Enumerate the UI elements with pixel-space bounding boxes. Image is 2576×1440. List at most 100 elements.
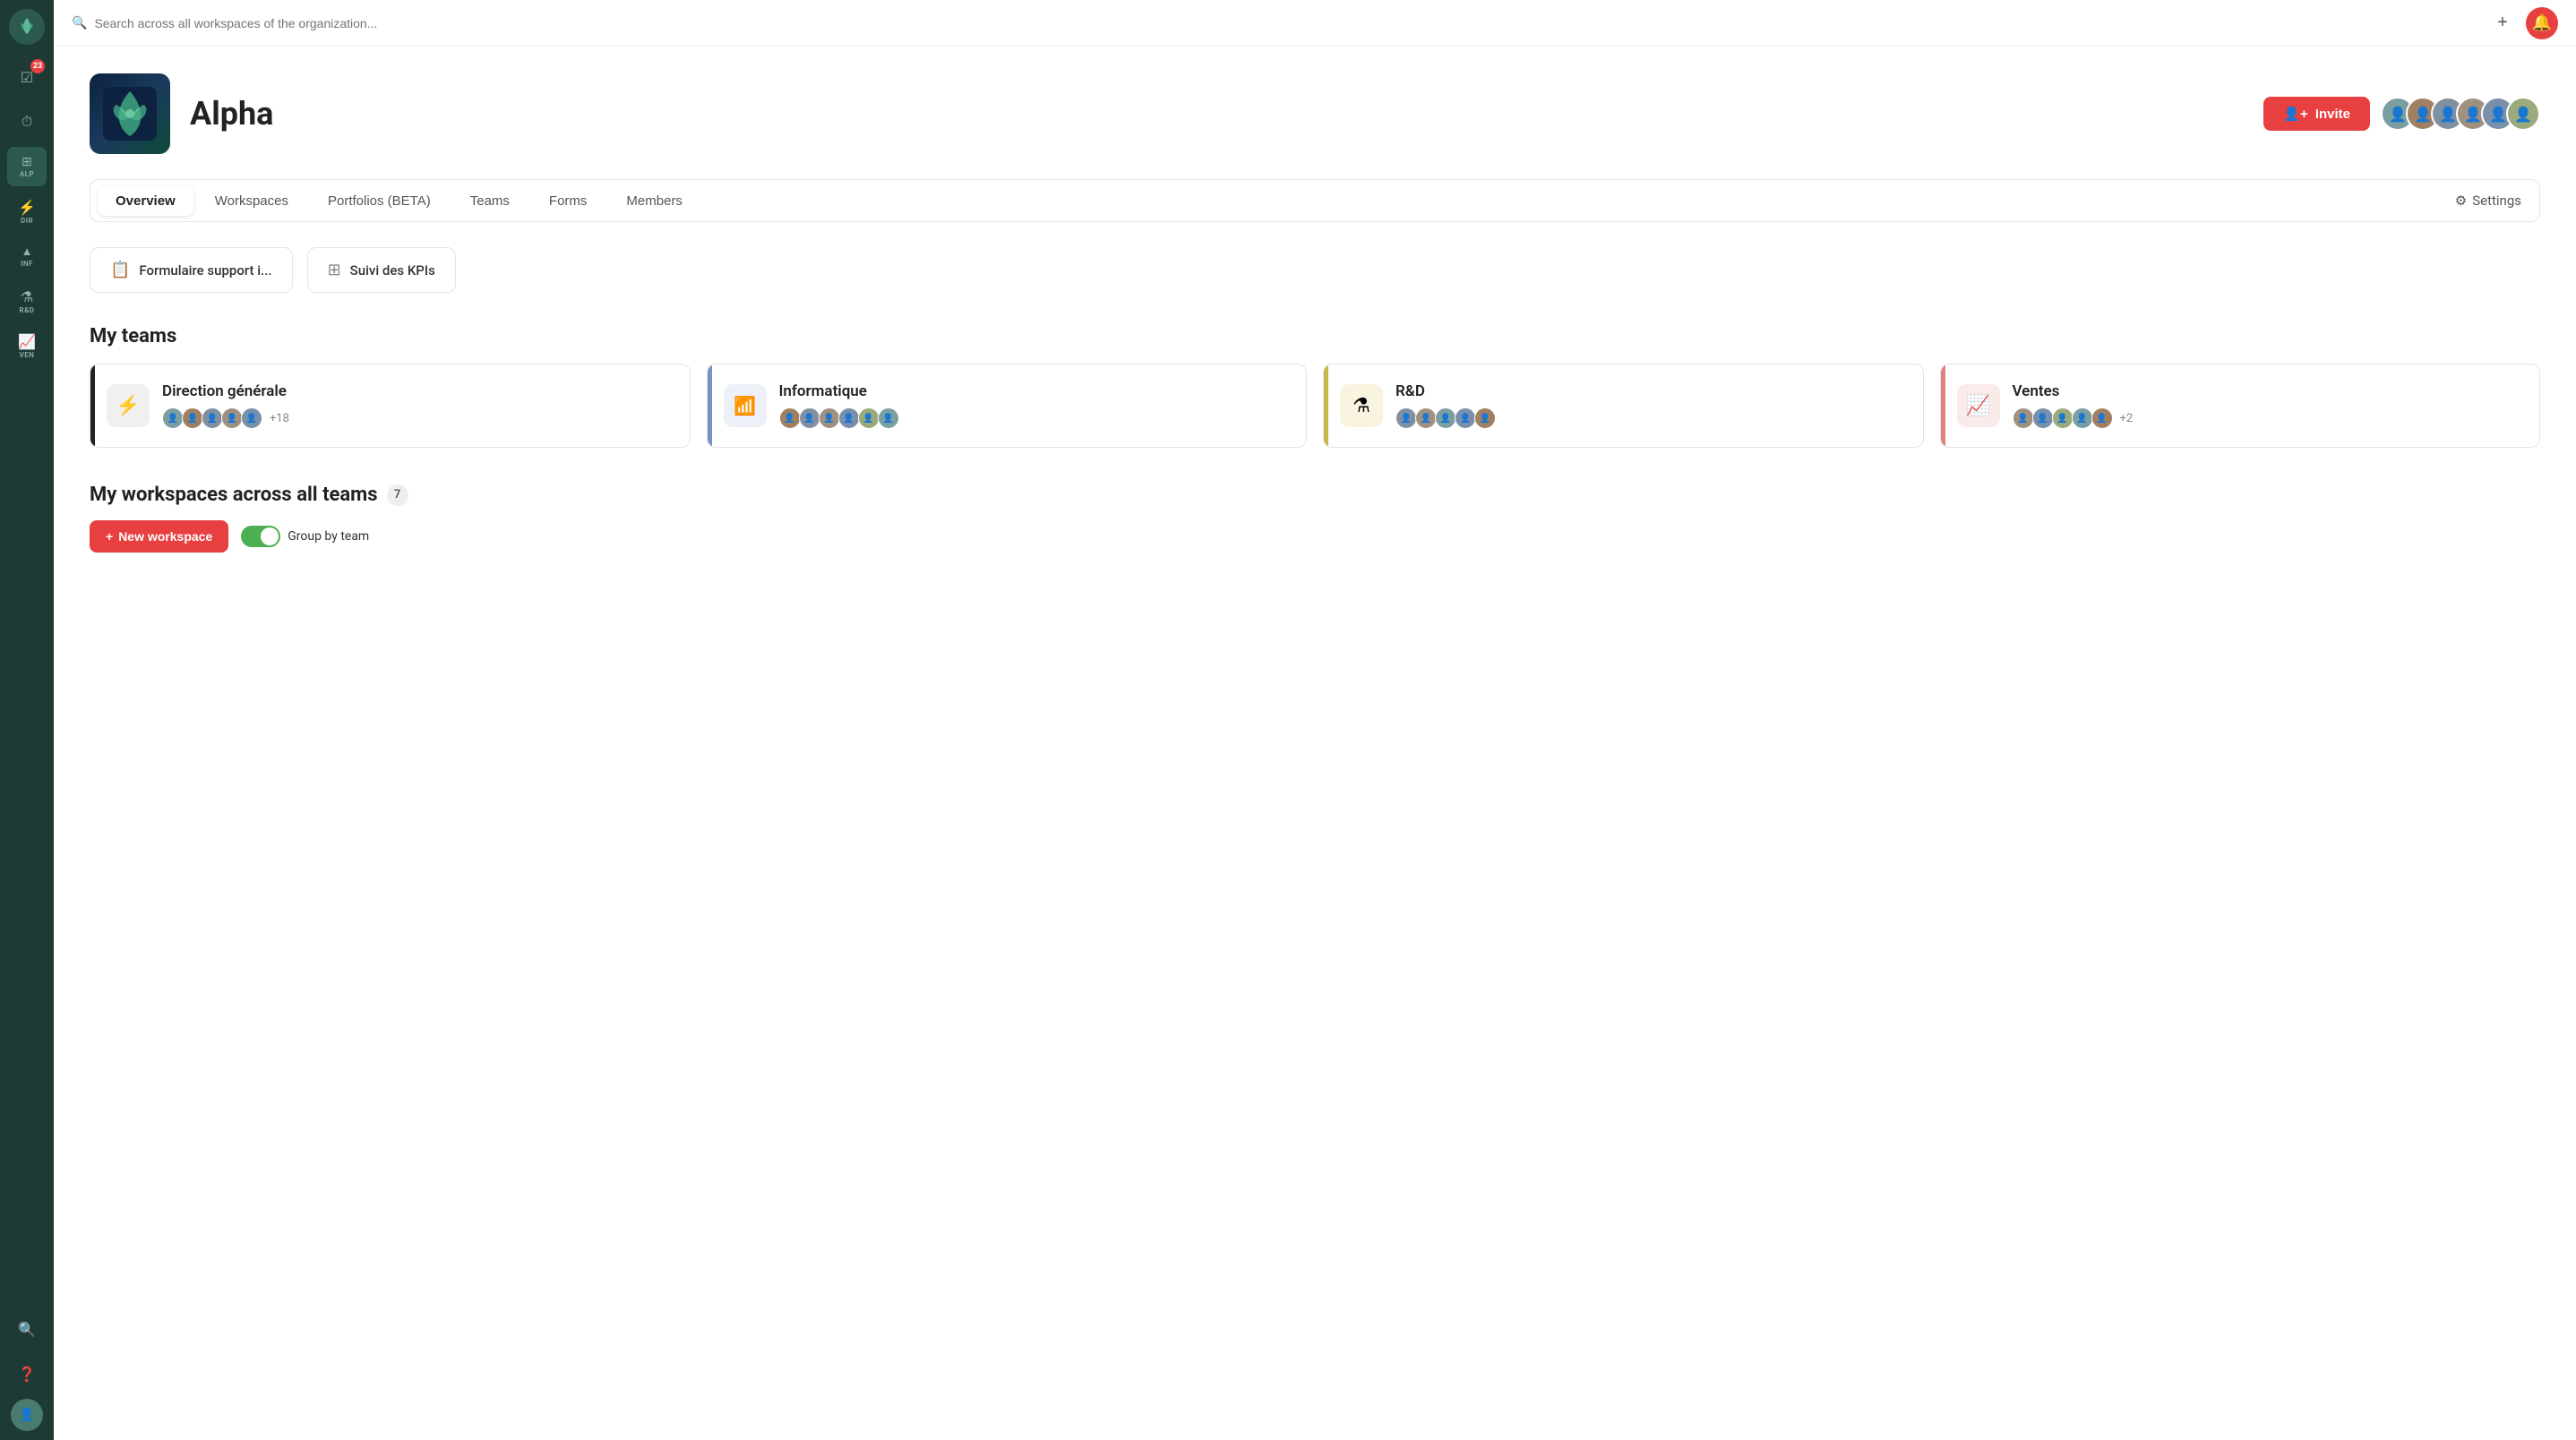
bolt-icon: ⚡	[18, 199, 36, 216]
sidebar-item-help[interactable]: ❓	[7, 1354, 47, 1393]
sidebar-item-search[interactable]: 🔍	[7, 1309, 47, 1349]
team-member-avatar: 👤	[1455, 407, 1476, 429]
sidebar-item-alpha-label: ALP	[20, 170, 34, 178]
team-member-avatar: 👤	[1474, 407, 1496, 429]
add-button[interactable]: +	[2490, 11, 2515, 36]
settings-link[interactable]: ⚙ Settings	[2444, 185, 2532, 216]
tab-portfolios[interactable]: Portfolios (BETA)	[310, 186, 449, 216]
settings-icon: ⚙	[2455, 193, 2467, 209]
team-card-direction[interactable]: ⚡ Direction générale 👤 👤 👤 👤 👤 +18	[90, 364, 691, 448]
topbar: 🔍 + 🔔	[54, 0, 2576, 47]
sidebar-item-inf-label: INF	[21, 260, 33, 268]
sidebar-item-ven-label: VEN	[20, 351, 35, 359]
quick-links: 📋 Formulaire support i... ⊞ Suivi des KP…	[90, 247, 2540, 293]
tab-forms[interactable]: Forms	[531, 186, 605, 216]
tab-workspaces[interactable]: Workspaces	[197, 186, 306, 216]
team-members: 👤 👤 👤 👤 👤 +2	[2013, 407, 2524, 429]
new-workspace-button[interactable]: + New workspace	[90, 520, 228, 553]
team-member-avatar: 👤	[779, 407, 801, 429]
wifi-icon: ▲	[21, 244, 33, 259]
team-member-avatar: 👤	[878, 407, 899, 429]
navigation-tabs: Overview Workspaces Portfolios (BETA) Te…	[90, 179, 2540, 222]
sidebar-item-alpha[interactable]: ⊞ ALP	[7, 147, 47, 186]
org-logo	[90, 73, 170, 154]
team-members: 👤 👤 👤 👤 👤 👤	[779, 407, 1291, 429]
tab-teams[interactable]: Teams	[452, 186, 528, 216]
tab-overview[interactable]: Overview	[98, 186, 193, 216]
sidebar-item-inf[interactable]: ▲ INF	[7, 236, 47, 276]
workspaces-header: My workspaces across all teams 7	[90, 484, 2540, 506]
kpi-icon: ⊞	[328, 261, 341, 279]
team-members: 👤 👤 👤 👤 👤 +18	[162, 407, 674, 429]
plus-icon: +	[106, 529, 113, 544]
quick-link-kpi[interactable]: ⊞ Suivi des KPIs	[307, 247, 456, 293]
member-avatars: 👤 👤 👤 👤 👤 👤	[2381, 97, 2540, 131]
team-card-informatique[interactable]: 📶 Informatique 👤 👤 👤 👤 👤 👤	[707, 364, 1308, 448]
sidebar-item-rnd[interactable]: ⚗ R&D	[7, 281, 47, 321]
team-member-avatar: 👤	[241, 407, 262, 429]
team-member-avatar: 👤	[2032, 407, 2054, 429]
team-member-avatar: 👤	[221, 407, 243, 429]
my-teams-title: My teams	[90, 325, 2540, 347]
form-icon: 📋	[110, 261, 130, 279]
tasks-icon: ☑	[21, 69, 33, 86]
quick-link-form-label: Formulaire support i...	[139, 262, 271, 279]
team-member-avatar: 👤	[819, 407, 840, 429]
quick-link-form[interactable]: 📋 Formulaire support i...	[90, 247, 293, 293]
workspaces-count: 7	[387, 484, 408, 506]
team-member-avatar: 👤	[838, 407, 860, 429]
team-name: R&D	[1395, 382, 1907, 400]
invite-button[interactable]: 👤+ Invite	[2263, 97, 2370, 131]
flask-icon: ⚗	[21, 288, 33, 305]
team-card-rnd[interactable]: ⚗ R&D 👤 👤 👤 👤 👤	[1323, 364, 1924, 448]
app-logo[interactable]	[9, 9, 45, 45]
team-icon-wrap: ⚗	[1340, 384, 1383, 427]
team-icon-wrap: 📈	[1957, 384, 2000, 427]
new-workspace-label: New workspace	[118, 529, 212, 544]
team-members: 👤 👤 👤 👤 👤	[1395, 407, 1907, 429]
team-info: Direction générale 👤 👤 👤 👤 👤 +18	[162, 382, 674, 429]
team-icon: ⚡	[116, 395, 140, 417]
sidebar: ☑ 23 ⏱ ⊞ ALP ⚡ DIR ▲ INF ⚗ R&D 📈 VEN 🔍 ❓…	[0, 0, 54, 1440]
team-member-avatar: 👤	[799, 407, 820, 429]
team-icon-wrap: 📶	[724, 384, 767, 427]
teams-grid: ⚡ Direction générale 👤 👤 👤 👤 👤 +18	[90, 364, 2540, 448]
workspaces-actions: + New workspace Group by team	[90, 520, 2540, 553]
org-header-actions: 👤+ Invite 👤 👤 👤 👤 👤 👤	[2263, 97, 2540, 131]
group-by-team-label: Group by team	[288, 529, 369, 544]
team-member-avatar: 👤	[858, 407, 880, 429]
notification-bell[interactable]: 🔔	[2526, 7, 2558, 39]
team-info: Informatique 👤 👤 👤 👤 👤 👤	[779, 382, 1291, 429]
sidebar-item-dir[interactable]: ⚡ DIR	[7, 192, 47, 231]
chart-icon: 📈	[18, 333, 36, 350]
team-member-avatar: 👤	[162, 407, 184, 429]
team-icon: 📶	[734, 395, 756, 416]
team-accent	[1324, 364, 1328, 447]
team-name: Ventes	[2013, 382, 2524, 400]
search-icon: 🔍	[72, 16, 87, 30]
grid-icon: ⊞	[21, 155, 32, 169]
team-info: R&D 👤 👤 👤 👤 👤	[1395, 382, 1907, 429]
team-member-avatar: 👤	[2091, 407, 2113, 429]
team-members-extra: +18	[270, 412, 289, 425]
workspaces-title: My workspaces across all teams	[90, 484, 378, 506]
team-accent	[708, 364, 712, 447]
sidebar-item-ven[interactable]: 📈 VEN	[7, 326, 47, 365]
sidebar-item-tasks[interactable]: ☑ 23	[7, 57, 47, 97]
team-card-ventes[interactable]: 📈 Ventes 👤 👤 👤 👤 👤 +2	[1940, 364, 2541, 448]
team-member-avatar: 👤	[1415, 407, 1437, 429]
clock-icon: ⏱	[21, 113, 32, 131]
search-input[interactable]	[94, 16, 2481, 30]
sidebar-item-clock[interactable]: ⏱	[7, 102, 47, 141]
team-name: Direction générale	[162, 382, 674, 400]
topbar-actions: + 🔔	[2490, 7, 2558, 39]
team-info: Ventes 👤 👤 👤 👤 👤 +2	[2013, 382, 2524, 429]
tab-members[interactable]: Members	[608, 186, 700, 216]
user-avatar[interactable]: 👤	[11, 1399, 43, 1431]
help-icon: ❓	[18, 1366, 36, 1383]
team-member-avatar: 👤	[2013, 407, 2034, 429]
quick-link-kpi-label: Suivi des KPIs	[350, 262, 435, 279]
group-by-team-toggle[interactable]	[241, 526, 280, 547]
team-member-avatar: 👤	[1435, 407, 1456, 429]
invite-icon: 👤+	[2283, 106, 2307, 122]
